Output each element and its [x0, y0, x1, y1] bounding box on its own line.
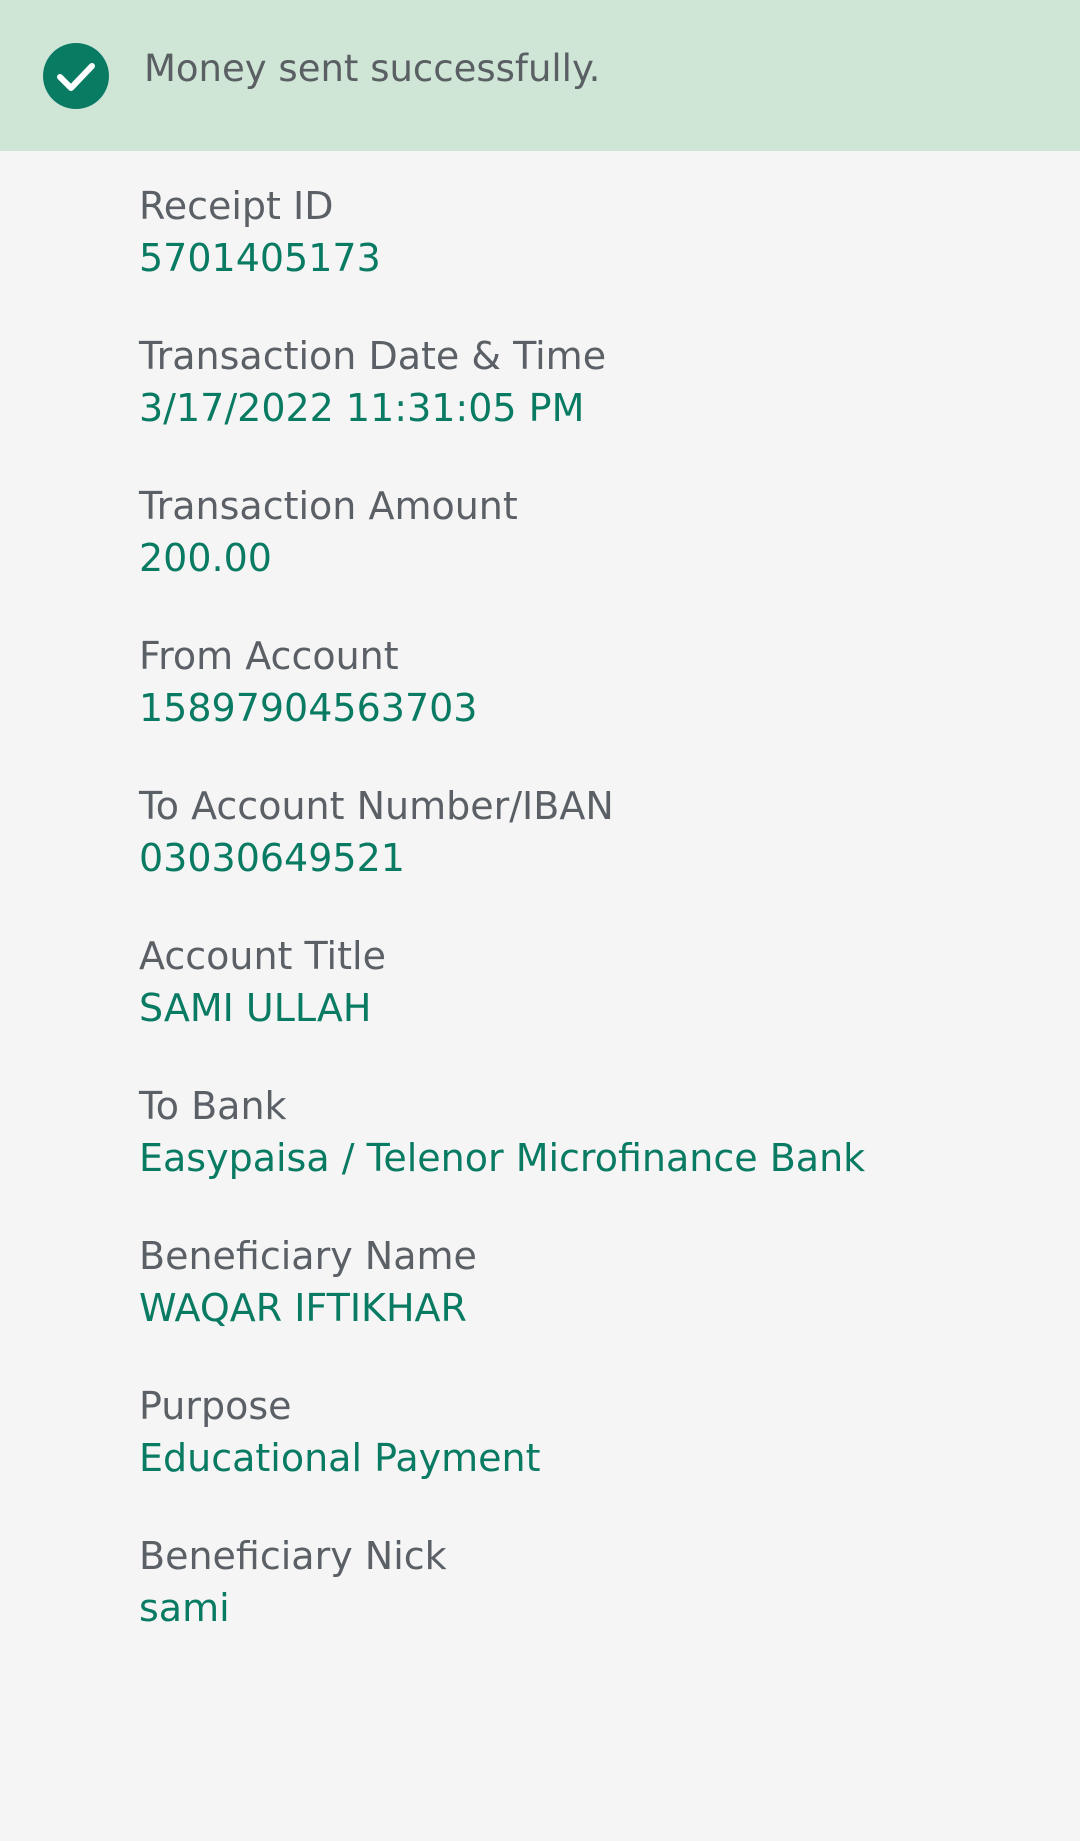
receipt-details: Receipt ID 5701405173 Transaction Date &…	[139, 180, 1039, 1680]
field-label: Beneficiary Nick	[139, 1534, 447, 1578]
field-label: Transaction Amount	[139, 484, 518, 528]
field-beneficiary-name: Beneficiary Name WAQAR IFTIKHAR	[139, 1230, 1039, 1380]
field-value: 03030649521	[139, 836, 405, 880]
success-message: Money sent successfully.	[144, 47, 601, 90]
field-transaction-amount: Transaction Amount 200.00	[139, 480, 1039, 630]
field-value: 15897904563703	[139, 686, 478, 730]
field-label: To Account Number/IBAN	[139, 784, 614, 828]
field-receipt-id: Receipt ID 5701405173	[139, 180, 1039, 330]
field-value: Easypaisa / Telenor Microfinance Bank	[139, 1136, 866, 1180]
field-value: 200.00	[139, 536, 272, 580]
field-from-account: From Account 15897904563703	[139, 630, 1039, 780]
field-label: Purpose	[139, 1384, 292, 1428]
field-value: Educational Payment	[139, 1436, 541, 1480]
field-value: 3/17/2022 11:31:05 PM	[139, 386, 585, 430]
field-value: SAMI ULLAH	[139, 986, 372, 1030]
field-label: Account Title	[139, 934, 386, 978]
field-label: Transaction Date & Time	[139, 334, 607, 378]
field-to-account-number: To Account Number/IBAN 03030649521	[139, 780, 1039, 930]
field-value: WAQAR IFTIKHAR	[139, 1286, 467, 1330]
field-label: From Account	[139, 634, 399, 678]
field-beneficiary-nick: Beneficiary Nick sami	[139, 1530, 1039, 1680]
field-value: sami	[139, 1586, 230, 1630]
field-value: 5701405173	[139, 236, 381, 280]
success-banner: Money sent successfully.	[0, 0, 1080, 151]
field-to-bank: To Bank Easypaisa / Telenor Microfinance…	[139, 1080, 1039, 1230]
field-transaction-date-time: Transaction Date & Time 3/17/2022 11:31:…	[139, 330, 1039, 480]
field-label: Beneficiary Name	[139, 1234, 477, 1278]
field-purpose: Purpose Educational Payment	[139, 1380, 1039, 1530]
field-label: To Bank	[139, 1084, 287, 1128]
field-account-title: Account Title SAMI ULLAH	[139, 930, 1039, 1080]
check-circle-icon	[43, 43, 109, 109]
field-label: Receipt ID	[139, 184, 334, 228]
